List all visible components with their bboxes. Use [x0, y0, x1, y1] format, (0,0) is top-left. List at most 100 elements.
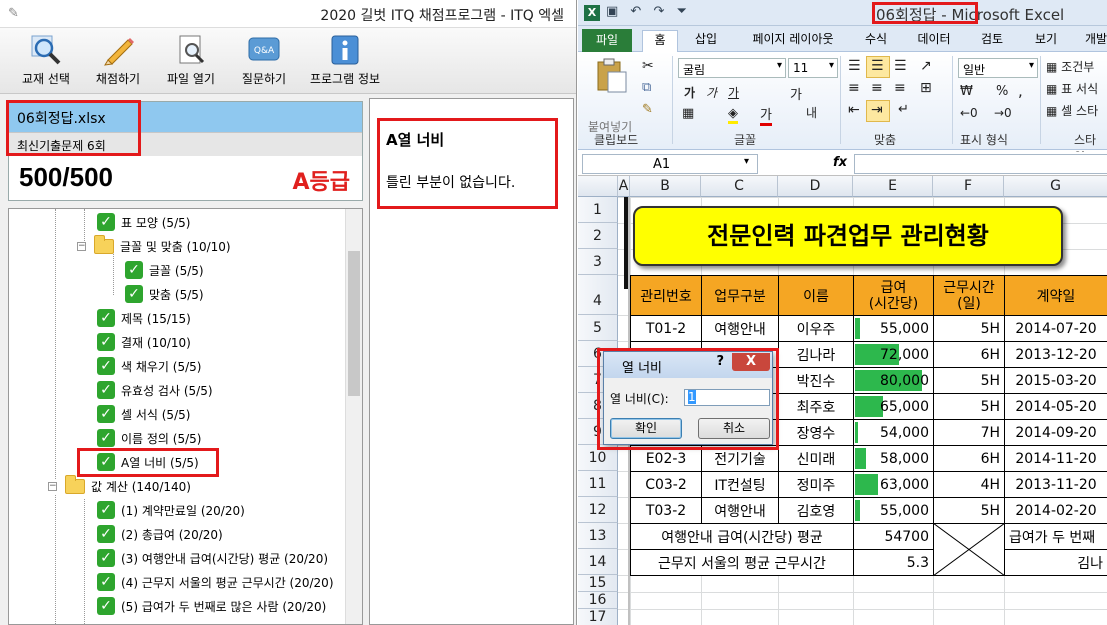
- table-cell[interactable]: 여행안내: [701, 497, 779, 524]
- tree-item-approval[interactable]: ✓ 결재 (10/10): [97, 331, 191, 353]
- table-cell[interactable]: 여행안내: [701, 315, 779, 342]
- decrease-indent-icon[interactable]: ⇤: [848, 102, 860, 118]
- select-textbook-button[interactable]: 교재 선택: [16, 34, 76, 90]
- summary-label-cell[interactable]: 여행안내 급여(시간당) 평균: [630, 523, 854, 550]
- tree-item-align[interactable]: ✓ 맞춤 (5/5): [125, 283, 204, 305]
- cell-style-button[interactable]: ▦ 셀 스타: [1046, 102, 1098, 119]
- tree-item-font[interactable]: ✓ 글꼴 (5/5): [125, 259, 204, 281]
- align-top-icon[interactable]: ☰: [848, 58, 861, 74]
- table-cell[interactable]: 72,000: [853, 341, 934, 368]
- tab-file[interactable]: 파일: [582, 29, 632, 52]
- column-width-input[interactable]: 1: [684, 389, 770, 406]
- name-box[interactable]: A1: [582, 154, 758, 174]
- title-banner[interactable]: 전문인력 파견업무 관리현황: [633, 206, 1063, 266]
- tree-item-cell-format[interactable]: ✓ 셀 서식 (5/5): [97, 403, 190, 425]
- phonetic-button[interactable]: 내: [806, 104, 817, 121]
- tree-item-col-a-width[interactable]: ✓ A열 너비 (5/5): [97, 451, 199, 473]
- orientation-icon[interactable]: ↗: [920, 58, 932, 74]
- table-cell[interactable]: 전기기술: [701, 445, 779, 472]
- tab-page-layout[interactable]: 페이지 레이아웃: [738, 30, 848, 52]
- tree-item-name-define[interactable]: ✓ 이름 정의 (5/5): [97, 427, 201, 449]
- table-cell[interactable]: 4H: [933, 471, 1005, 498]
- table-format-button[interactable]: ▦ 표 서식: [1046, 80, 1098, 97]
- row-header[interactable]: 16: [578, 592, 618, 609]
- merge-center-icon[interactable]: ⊞: [920, 80, 932, 96]
- scrollbar-thumb[interactable]: [348, 251, 360, 396]
- chevron-down-icon[interactable]: ▾: [744, 156, 749, 167]
- table-cell[interactable]: 신미래: [778, 445, 854, 472]
- table-cell[interactable]: T03-2: [630, 497, 702, 524]
- tree-item-value-calc[interactable]: − 값 계산 (140/140): [48, 474, 191, 497]
- table-cell[interactable]: 7H: [933, 419, 1005, 446]
- dialog-title-bar[interactable]: 열 너비 ? X: [604, 352, 772, 378]
- ask-question-button[interactable]: Q&A 질문하기: [232, 34, 296, 90]
- fill-color-button[interactable]: ◈: [728, 106, 738, 124]
- table-header-cell[interactable]: 업무구분: [701, 275, 779, 316]
- align-bottom-icon[interactable]: ☰: [894, 58, 907, 74]
- table-cell[interactable]: E02-3: [630, 445, 702, 472]
- tree-scrollbar[interactable]: [345, 209, 362, 624]
- summary-right-cell[interactable]: 급여가 두 번째: [1004, 523, 1107, 550]
- comma-button[interactable]: ,: [1018, 82, 1023, 100]
- tab-data[interactable]: 데이터: [912, 30, 956, 52]
- tab-review[interactable]: 검토: [972, 30, 1012, 52]
- percent-button[interactable]: %: [996, 84, 1008, 99]
- col-header-d[interactable]: D: [778, 176, 853, 197]
- table-cell[interactable]: 박진수: [778, 367, 854, 394]
- table-cell[interactable]: 2013-12-20: [1004, 341, 1107, 368]
- collapse-icon[interactable]: −: [77, 241, 86, 251]
- row-header[interactable]: 11: [578, 471, 618, 497]
- copy-icon[interactable]: ⧉: [642, 80, 651, 95]
- table-cell[interactable]: 이우주: [778, 315, 854, 342]
- table-cell[interactable]: 55,000: [853, 315, 934, 342]
- fx-icon[interactable]: fx: [833, 155, 847, 170]
- table-cell[interactable]: 55,000: [853, 497, 934, 524]
- col-header-g[interactable]: G: [1004, 176, 1107, 197]
- currency-icon[interactable]: ₩: [960, 84, 973, 99]
- increase-decimal-icon[interactable]: ←0: [960, 106, 978, 120]
- table-header-cell[interactable]: 이름: [778, 275, 854, 316]
- table-cell[interactable]: 최주호: [778, 393, 854, 420]
- increase-font-button[interactable]: 가: [790, 84, 802, 103]
- table-cell[interactable]: 5H: [933, 315, 1005, 342]
- conditional-format-button[interactable]: ▦ 조건부: [1046, 58, 1094, 75]
- tree-item-calc-2[interactable]: ✓ (2) 총급여 (20/20): [97, 523, 223, 545]
- table-cell[interactable]: 80,000: [853, 367, 934, 394]
- row-header[interactable]: 12: [578, 497, 618, 523]
- tab-home[interactable]: 홈: [642, 30, 678, 52]
- row-header[interactable]: 15: [578, 575, 618, 592]
- formula-input[interactable]: [854, 154, 1107, 174]
- table-cell[interactable]: 2013-11-20: [1004, 471, 1107, 498]
- decrease-decimal-icon[interactable]: →0: [994, 106, 1012, 120]
- row-header[interactable]: 10: [578, 445, 618, 471]
- border-button[interactable]: ▦: [682, 106, 694, 121]
- col-header-e[interactable]: E: [853, 176, 933, 197]
- summary-label-cell[interactable]: 근무지 서울의 평균 근무시간: [630, 549, 854, 576]
- tree-item-table-shape[interactable]: ✓ 표 모양 (5/5): [97, 211, 190, 233]
- table-cell[interactable]: 5H: [933, 497, 1005, 524]
- close-icon[interactable]: X: [732, 353, 770, 371]
- format-painter-icon[interactable]: ✎: [642, 102, 653, 117]
- summary-value-cell[interactable]: 5.3: [853, 549, 934, 576]
- align-center-icon[interactable]: ≡: [871, 80, 883, 96]
- table-cell[interactable]: C03-2: [630, 471, 702, 498]
- col-header-a[interactable]: A: [618, 176, 630, 197]
- open-file-button[interactable]: 파일 열기: [158, 34, 224, 90]
- table-cell[interactable]: 63,000: [853, 471, 934, 498]
- table-cell[interactable]: 정미주: [778, 471, 854, 498]
- tree-item-validation[interactable]: ✓ 유효성 검사 (5/5): [97, 379, 213, 401]
- table-cell[interactable]: 6H: [933, 445, 1005, 472]
- tree-item-calc-1[interactable]: ✓ (1) 계약만료일 (20/20): [97, 499, 245, 521]
- align-left-icon[interactable]: ≡: [848, 80, 860, 96]
- table-header-cell[interactable]: 관리번호: [630, 275, 702, 316]
- table-cell[interactable]: 5H: [933, 393, 1005, 420]
- row-header[interactable]: 2: [578, 223, 618, 249]
- tab-insert[interactable]: 삽입: [686, 30, 726, 52]
- tree-item-font-align[interactable]: − 글꼴 및 맞춤 (10/10): [77, 234, 231, 257]
- row-header[interactable]: 5: [578, 315, 618, 341]
- program-info-button[interactable]: 프로그램 정보: [306, 34, 384, 90]
- col-header-b[interactable]: B: [630, 176, 701, 197]
- summary-value-cell[interactable]: 54700: [853, 523, 934, 550]
- increase-indent-icon[interactable]: ⇥: [871, 102, 883, 118]
- summary-right-cell[interactable]: 김나: [1004, 549, 1107, 576]
